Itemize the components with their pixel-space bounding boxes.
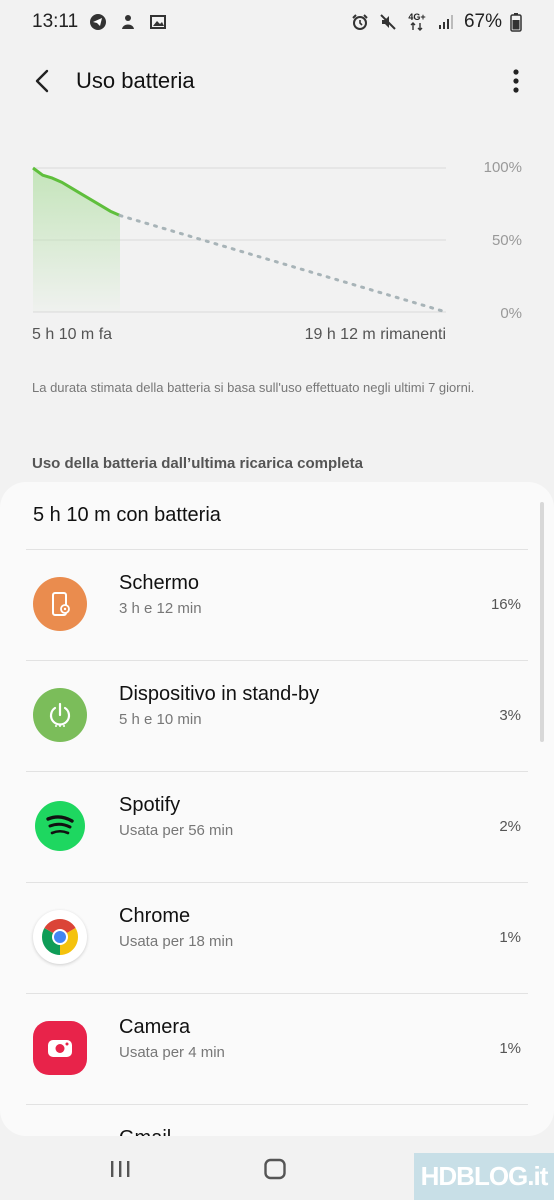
power-icon (33, 688, 87, 742)
battery-chart-svg (32, 166, 448, 314)
app-usage: Usata per 4 min (119, 1044, 225, 1061)
y-tick-0: 0% (500, 305, 522, 322)
app-name: Spotify (119, 794, 181, 816)
watermark-logo: HDBLOG.it (414, 1153, 554, 1200)
screen-icon (33, 577, 87, 631)
list-item-camera[interactable]: Camera Usata per 4 min 1% (0, 994, 554, 1105)
app-percent: 2% (499, 818, 521, 835)
app-usage: 3 h e 12 min (119, 600, 202, 617)
battery-percent: 67% (463, 11, 502, 32)
estimate-note: La durata stimata della batteria si basa… (32, 380, 475, 395)
home-icon (264, 1158, 286, 1180)
recent-apps-icon (111, 1161, 130, 1177)
chrome-icon (33, 910, 87, 964)
app-usage: 5 h e 10 min (119, 711, 202, 728)
app-name: Camera (119, 1016, 191, 1038)
list-item-chrome[interactable]: Chrome Usata per 18 min 1% (0, 883, 554, 994)
page-title: Uso batteria (76, 68, 195, 93)
list-item-standby[interactable]: Dispositivo in stand-by 5 h e 10 min 3% (0, 661, 554, 772)
alarm-icon (350, 12, 370, 32)
app-usage: Usata per 18 min (119, 933, 234, 950)
network-type: 4G+ (408, 12, 426, 22)
battery-chart: 100% 50% 0% 5 h 10 m fa 19 h 12 m rimane… (0, 150, 554, 350)
more-vert-icon (513, 69, 519, 93)
chart-start-label: 5 h 10 m fa (32, 326, 113, 343)
mute-icon (378, 12, 398, 32)
app-name: Chrome (119, 905, 191, 927)
section-header: Uso della batteria dall’ultima ricarica … (32, 455, 363, 472)
y-tick-50: 50% (491, 232, 522, 249)
status-time: 13:11 (32, 11, 79, 32)
app-name: Schermo (119, 572, 200, 594)
usage-card: 5 h 10 m con batteria Schermo 3 h e 12 m… (0, 482, 554, 1136)
list-item-schermo[interactable]: Schermo 3 h e 12 min 16% (0, 550, 554, 661)
back-button[interactable] (28, 66, 58, 96)
data-arrows-icon: 4G+ (406, 12, 428, 32)
more-options-button[interactable] (506, 66, 526, 96)
battery-icon (510, 12, 522, 32)
app-list: Schermo 3 h e 12 min 16% Dispositivo in … (0, 550, 554, 1136)
status-bar: 13:11 4G+ 67% (0, 0, 554, 44)
app-percent: 1% (499, 1040, 521, 1057)
app-percent: 1% (499, 929, 521, 946)
y-tick-100: 100% (483, 159, 522, 176)
app-usage: Usata per 56 min (119, 822, 234, 839)
app-name: Gmail (119, 1127, 171, 1136)
telegram-icon (88, 12, 108, 32)
app-bar: Uso batteria (0, 56, 554, 108)
card-title: 5 h 10 m con batteria (33, 504, 221, 526)
image-icon (148, 12, 168, 32)
chart-end-label: 19 h 12 m rimanenti (304, 326, 446, 343)
home-button[interactable] (263, 1158, 287, 1180)
list-item-spotify[interactable]: Spotify Usata per 56 min 2% (0, 772, 554, 883)
projection-line (118, 214, 448, 314)
app-percent: 16% (490, 596, 521, 613)
signal-icon (436, 12, 456, 32)
status-left: 13:11 (32, 11, 168, 33)
spotify-icon (35, 801, 85, 851)
recent-apps-button[interactable] (108, 1158, 132, 1180)
app-name: Dispositivo in stand-by (119, 683, 320, 705)
back-arrow-icon (35, 69, 49, 93)
watermark-text: HDBLOG.it (420, 1161, 549, 1191)
list-item-gmail[interactable]: Gmail (0, 1105, 554, 1136)
notification-icon (118, 12, 138, 32)
camera-icon (33, 1021, 87, 1075)
app-percent: 3% (499, 707, 521, 724)
status-right: 4G+ 67% (350, 11, 522, 33)
